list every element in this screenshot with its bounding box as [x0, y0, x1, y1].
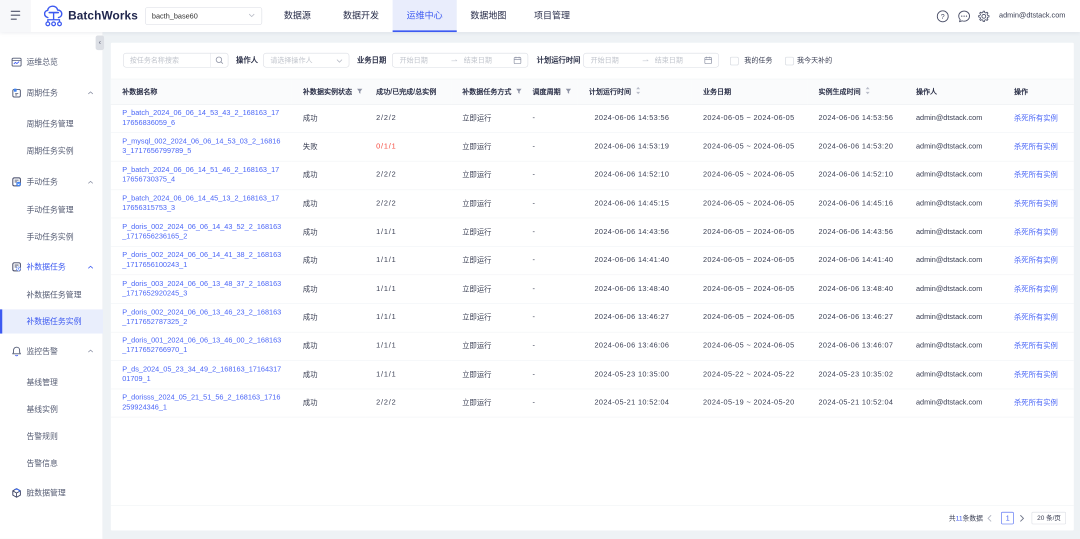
svg-text:?: ?: [941, 14, 945, 21]
